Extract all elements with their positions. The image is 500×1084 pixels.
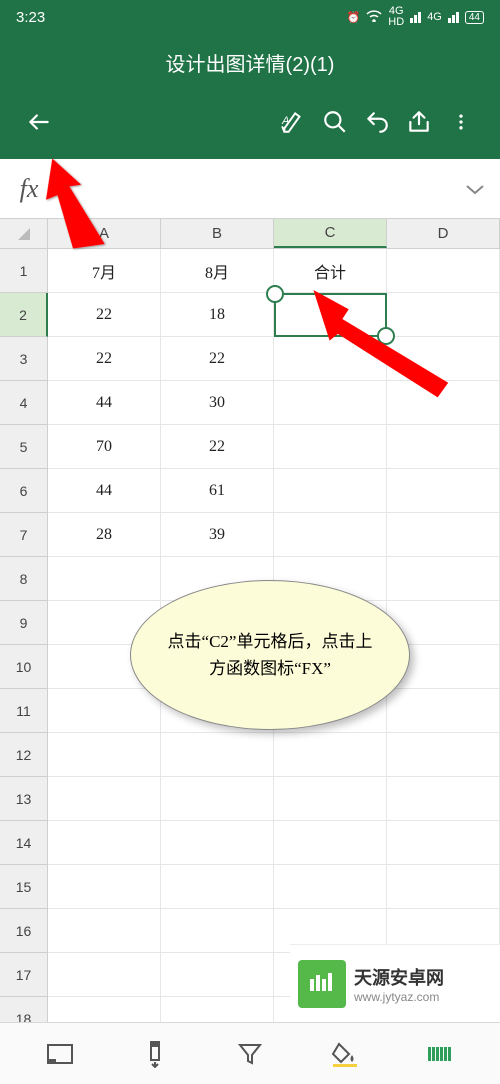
cell-a7[interactable]: 28 — [48, 513, 161, 557]
status-time: 3:23 — [16, 9, 45, 26]
watermark-url: www.jytyaz.com — [354, 990, 444, 1004]
cell-a1[interactable]: 7月 — [48, 249, 161, 293]
row-7: 72839 — [0, 513, 500, 557]
cell-b5[interactable]: 22 — [161, 425, 274, 469]
row-4: 44430 — [0, 381, 500, 425]
cell-a2[interactable]: 22 — [48, 293, 161, 337]
signal-3: 4G — [427, 11, 442, 23]
status-right: ⏰ 4GHD 4G 44 — [347, 6, 484, 28]
row-6: 64461 — [0, 469, 500, 513]
row-12: 12 — [0, 733, 500, 777]
watermark-title: 天源安卓网 — [354, 964, 444, 990]
fill-color-button[interactable] — [323, 1032, 367, 1076]
row-5: 57022 — [0, 425, 500, 469]
filter-button[interactable] — [228, 1032, 272, 1076]
formula-bar: fx — [0, 159, 500, 219]
search-button[interactable] — [314, 101, 356, 143]
col-header-d[interactable]: D — [387, 219, 500, 248]
column-sort-button[interactable] — [133, 1032, 177, 1076]
undo-button[interactable] — [356, 101, 398, 143]
keyboard-button[interactable] — [418, 1032, 462, 1076]
cell-b4[interactable]: 30 — [161, 381, 274, 425]
row-2: 22218 — [0, 293, 500, 337]
cell-d1[interactable] — [387, 249, 500, 293]
fx-button[interactable]: fx — [0, 174, 58, 204]
bottom-toolbar — [0, 1022, 500, 1084]
back-button[interactable] — [18, 101, 60, 143]
row-3: 32222 — [0, 337, 500, 381]
app-header: 设计出图详情(2)(1) A — [0, 34, 500, 159]
column-headers: A B C D — [0, 219, 500, 249]
col-header-a[interactable]: A — [48, 219, 161, 248]
share-button[interactable] — [398, 101, 440, 143]
battery-indicator: 44 — [465, 11, 484, 24]
col-header-c[interactable]: C — [274, 219, 387, 248]
row-1: 17月8月合计 — [0, 249, 500, 293]
row-14: 14 — [0, 821, 500, 865]
signal-2 — [410, 12, 421, 23]
cell-a5[interactable]: 70 — [48, 425, 161, 469]
alarm-icon: ⏰ — [347, 11, 361, 24]
row-15: 15 — [0, 865, 500, 909]
cell-b6[interactable]: 61 — [161, 469, 274, 513]
document-title: 设计出图详情(2)(1) — [0, 34, 500, 91]
col-header-b[interactable]: B — [161, 219, 274, 248]
signal-1: 4GHD — [388, 6, 404, 28]
cell-b2[interactable]: 18 — [161, 293, 274, 337]
cell-d2[interactable] — [387, 293, 500, 337]
edit-style-button[interactable]: A — [272, 101, 314, 143]
cell-a4[interactable]: 44 — [48, 381, 161, 425]
instruction-callout: 点击“C2”单元格后，点击上方函数图标“FX” — [130, 580, 410, 730]
callout-text: 点击“C2”单元格后，点击上方函数图标“FX” — [166, 628, 374, 682]
cell-c1[interactable]: 合计 — [274, 249, 387, 293]
watermark-logo-icon — [298, 960, 346, 1008]
wifi-icon — [366, 10, 382, 25]
expand-formula-button[interactable] — [450, 182, 500, 196]
toolbar: A — [0, 91, 500, 159]
signal-4 — [448, 12, 459, 23]
cell-b7[interactable]: 39 — [161, 513, 274, 557]
row-13: 13 — [0, 777, 500, 821]
cell-b3[interactable]: 22 — [161, 337, 274, 381]
svg-text:A: A — [281, 115, 289, 127]
cell-a6[interactable]: 44 — [48, 469, 161, 513]
cell-b1[interactable]: 8月 — [161, 249, 274, 293]
cell-c2[interactable] — [274, 293, 387, 337]
watermark: 天源安卓网 www.jytyaz.com — [290, 944, 500, 1022]
select-all-corner[interactable] — [0, 219, 48, 248]
status-bar: 3:23 ⏰ 4GHD 4G 44 — [0, 0, 500, 34]
more-button[interactable] — [440, 101, 482, 143]
cell-a3[interactable]: 22 — [48, 337, 161, 381]
sheet-view-button[interactable] — [38, 1032, 82, 1076]
